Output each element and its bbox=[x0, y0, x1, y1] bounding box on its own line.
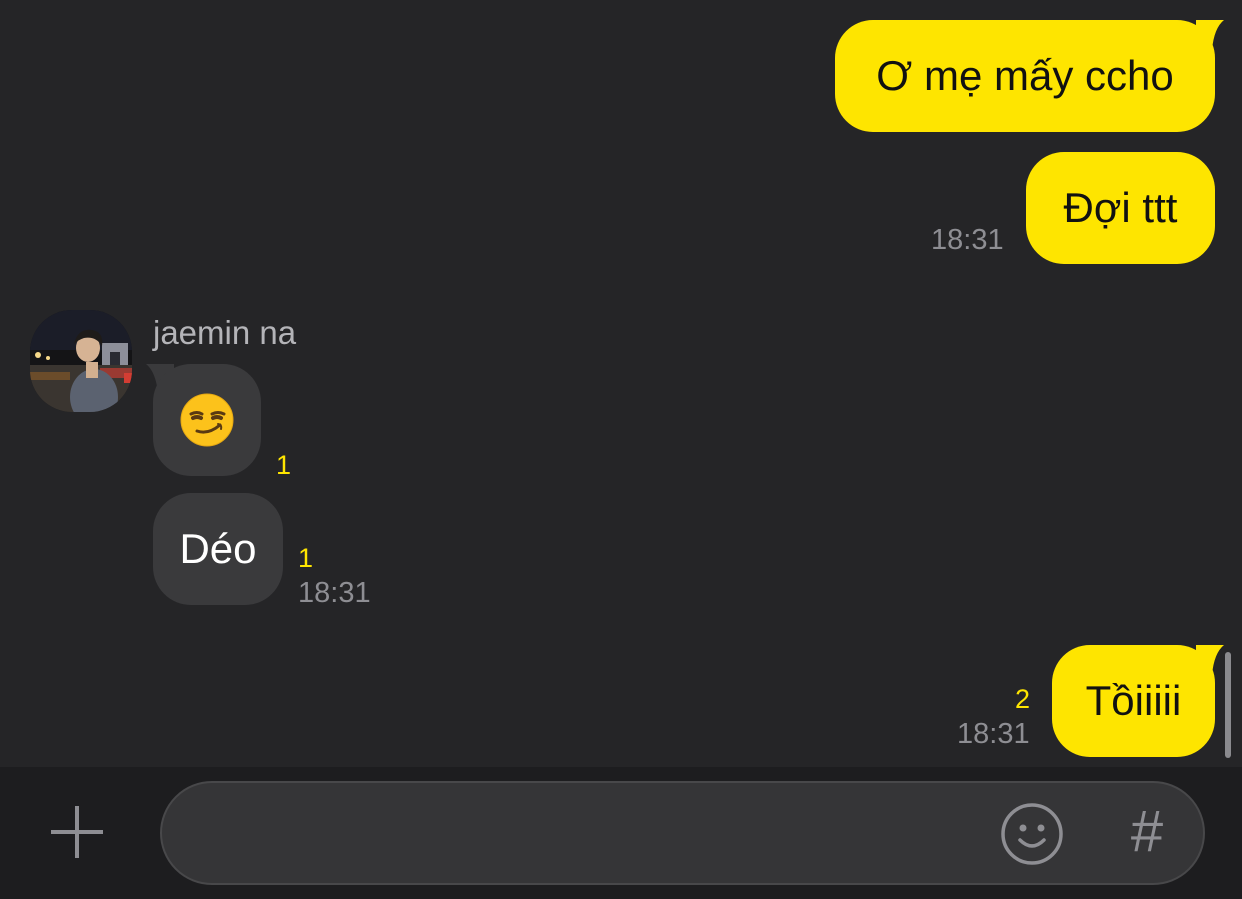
bubble-tail bbox=[1196, 645, 1224, 675]
unread-count: 2 bbox=[1015, 684, 1031, 714]
incoming-message-bubble[interactable]: Déo bbox=[153, 493, 283, 605]
message-text: Tồiiiii bbox=[1085, 677, 1182, 724]
plus-icon bbox=[51, 806, 103, 858]
message-timestamp: 18:31 bbox=[931, 224, 1004, 256]
emoji-button[interactable] bbox=[1000, 802, 1064, 866]
hash-icon: # bbox=[1130, 798, 1164, 864]
hash-button[interactable]: # bbox=[1118, 798, 1176, 864]
message-timestamp: 18:31 bbox=[957, 718, 1030, 750]
sender-avatar[interactable] bbox=[30, 310, 132, 412]
incoming-message-bubble[interactable]: 😏 bbox=[153, 364, 261, 476]
smiley-icon bbox=[1001, 803, 1063, 865]
message-text: Déo bbox=[179, 525, 257, 572]
message-timestamp: 18:31 bbox=[298, 577, 371, 609]
chat-message-list[interactable]: Ơ mẹ mấy ccho Đợi ttt 18:31 jaemin na 1 … bbox=[0, 0, 1242, 767]
outgoing-message-bubble[interactable]: Đợi ttt bbox=[1026, 152, 1215, 264]
message-text: Ơ mẹ mấy ccho bbox=[876, 52, 1174, 99]
unread-count: 1 bbox=[298, 543, 314, 573]
avatar-photo bbox=[30, 310, 132, 412]
message-text: Đợi ttt bbox=[1063, 184, 1178, 231]
unread-count: 1 bbox=[276, 450, 292, 480]
attach-button[interactable] bbox=[44, 794, 110, 870]
outgoing-message-bubble[interactable]: Tồiiiii bbox=[1052, 645, 1215, 757]
scrollbar[interactable] bbox=[1225, 652, 1231, 758]
outgoing-message-bubble[interactable]: Ơ mẹ mấy ccho bbox=[835, 20, 1215, 132]
sender-name: jaemin na bbox=[153, 314, 297, 351]
bubble-tail bbox=[1196, 20, 1224, 50]
